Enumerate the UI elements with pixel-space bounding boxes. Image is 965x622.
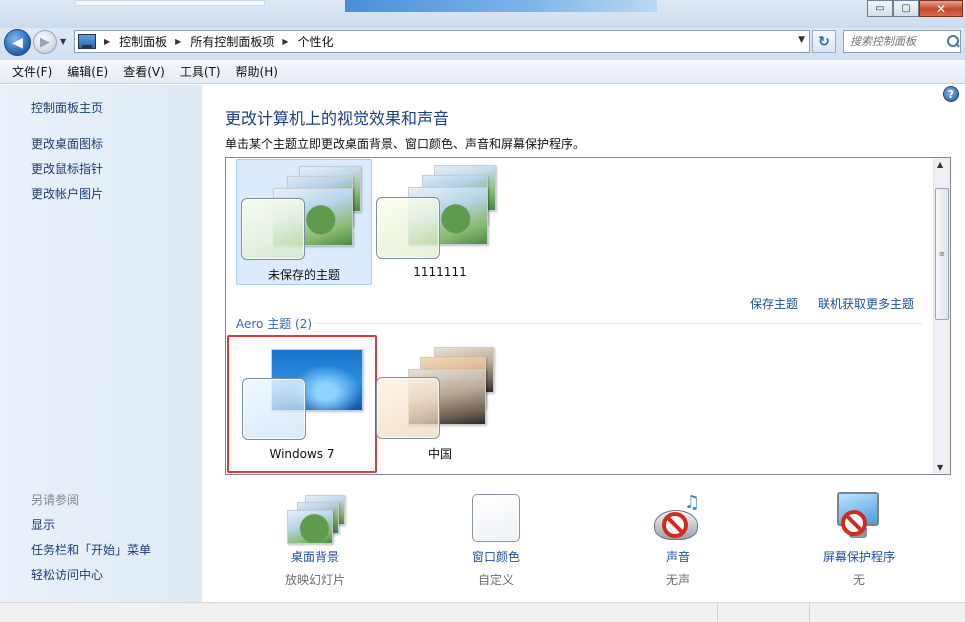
- breadcrumb-chevron-icon[interactable]: ▶: [282, 37, 288, 46]
- theme-links: 保存主题 联机获取更多主题: [750, 295, 914, 312]
- icon-card: [287, 510, 333, 544]
- sound-icon: ♫: [650, 492, 706, 544]
- theme-tile-windows-7[interactable]: Windows 7: [227, 335, 377, 473]
- minimize-button[interactable]: ▭: [867, 0, 893, 17]
- search-input[interactable]: [850, 32, 946, 51]
- background-window-fragment-2: [345, 0, 657, 12]
- status-divider: [809, 603, 810, 622]
- desktop-background-setting[interactable]: 桌面背景 放映幻灯片: [240, 492, 390, 592]
- window-controls: ▭ ▢ ✕: [867, 0, 963, 17]
- back-button[interactable]: ◀: [4, 29, 31, 56]
- save-theme-link[interactable]: 保存主题: [750, 295, 798, 312]
- change-mouse-pointers-link[interactable]: 更改鼠标指针: [31, 160, 103, 177]
- window-color-value: 自定义: [477, 573, 514, 587]
- control-panel-home-link[interactable]: 控制面板主页: [31, 99, 103, 116]
- see-also-heading: 另请参阅: [31, 493, 80, 507]
- navigation-bar: ◀ ▶ ▼ ▶ 控制面板 ▶ 所有控制面板项 ▶ 个性化 ▼ ↻: [0, 28, 965, 60]
- breadcrumb-chevron-icon[interactable]: ▶: [175, 37, 181, 46]
- page-description: 单击某个主题立即更改桌面背景、窗口颜色、声音和屏幕保护程序。: [225, 137, 586, 151]
- status-divider: [717, 603, 718, 622]
- menu-view[interactable]: 查看(V): [117, 63, 171, 80]
- screensaver-icon: [831, 492, 887, 544]
- breadcrumb-item-all-items[interactable]: 所有控制面板项: [190, 33, 274, 50]
- window-glass-preview: [376, 377, 440, 439]
- window-color-setting[interactable]: 窗口颜色 自定义: [421, 492, 571, 592]
- aero-themes-heading: Aero 主题 (2): [236, 317, 313, 331]
- status-bar: [0, 602, 965, 622]
- sound-setting[interactable]: ♫ 声音 无声: [603, 492, 753, 592]
- section-divider: [316, 323, 922, 324]
- scrollbar-grip-icon: ≡: [939, 250, 945, 258]
- theme-tile-1111111[interactable]: 1111111: [372, 159, 508, 285]
- menu-tools[interactable]: 工具(T): [174, 63, 227, 80]
- control-panel-icon: [78, 34, 96, 49]
- scroll-up-icon[interactable]: ▲: [937, 160, 943, 169]
- window-color-icon: [468, 492, 524, 544]
- theme-label: 中国: [427, 447, 452, 461]
- forward-button[interactable]: ▶: [33, 30, 57, 54]
- screensaver-title[interactable]: 屏幕保护程序: [784, 548, 934, 565]
- menu-edit[interactable]: 编辑(E): [61, 63, 114, 80]
- left-task-pane: 控制面板主页 更改桌面图标 更改鼠标指针 更改帐户图片 另请参阅 显示 任务栏和…: [0, 85, 202, 602]
- background-window-fragment: [75, 0, 265, 6]
- theme-tile-china[interactable]: 中国: [372, 339, 508, 465]
- screensaver-value: 无: [852, 573, 865, 587]
- help-icon[interactable]: ?: [943, 86, 959, 102]
- window-glass-preview: [376, 197, 440, 259]
- theme-label: 未保存的主题: [267, 268, 340, 282]
- breadcrumb-item-control-panel[interactable]: 控制面板: [119, 33, 167, 50]
- window-color-title[interactable]: 窗口颜色: [421, 548, 571, 565]
- window-glass-preview: [242, 378, 306, 440]
- window-glass-preview: [241, 198, 305, 260]
- address-bar[interactable]: ▶ 控制面板 ▶ 所有控制面板项 ▶ 个性化 ▼: [74, 30, 810, 53]
- menu-help[interactable]: 帮助(H): [230, 63, 284, 80]
- theme-label: 1111111: [413, 265, 467, 279]
- breadcrumb-item-personalization[interactable]: 个性化: [298, 33, 334, 50]
- page-title: 更改计算机上的视觉效果和声音: [225, 109, 450, 128]
- ease-of-access-link[interactable]: 轻松访问中心: [31, 566, 103, 583]
- address-dropdown-icon[interactable]: ▼: [798, 35, 805, 45]
- sound-value: 无声: [665, 573, 690, 587]
- close-button[interactable]: ✕: [919, 0, 963, 17]
- theme-tile-unsaved[interactable]: 未保存的主题: [236, 159, 372, 285]
- scroll-down-icon[interactable]: ▼: [937, 463, 943, 472]
- menu-file[interactable]: 文件(F): [6, 63, 58, 80]
- title-bar: ▭ ▢ ✕: [0, 0, 965, 28]
- get-more-themes-link[interactable]: 联机获取更多主题: [818, 295, 914, 312]
- breadcrumb-chevron-icon[interactable]: ▶: [104, 37, 110, 46]
- theme-list: 未保存的主题 1111111 保存主题 联机获取更多主题 Aero 主题 (2)…: [225, 157, 951, 475]
- sound-title[interactable]: 声音: [603, 548, 753, 565]
- window-color-swatch: [472, 494, 520, 542]
- screensaver-setting[interactable]: 屏幕保护程序 无: [784, 492, 934, 592]
- no-sign-icon: [841, 510, 867, 536]
- no-sign-icon: [662, 512, 688, 538]
- theme-list-scrollbar[interactable]: ▲ ≡ ▼: [933, 158, 950, 474]
- recent-pages-dropdown[interactable]: ▼: [60, 37, 66, 46]
- restore-button[interactable]: ▢: [893, 0, 919, 17]
- desktop-background-value: 放映幻灯片: [284, 573, 345, 587]
- menu-bar: 文件(F) 编辑(E) 查看(V) 工具(T) 帮助(H): [0, 60, 965, 84]
- search-icon[interactable]: [946, 34, 960, 49]
- desktop-background-icon: [287, 492, 345, 544]
- search-box[interactable]: [843, 30, 961, 53]
- display-link[interactable]: 显示: [31, 516, 55, 533]
- taskbar-start-menu-link[interactable]: 任务栏和「开始」菜单: [31, 541, 151, 558]
- change-account-picture-link[interactable]: 更改帐户图片: [31, 185, 103, 202]
- theme-label: Windows 7: [269, 447, 335, 461]
- change-desktop-icons-link[interactable]: 更改桌面图标: [31, 135, 103, 152]
- desktop-background-title[interactable]: 桌面背景: [240, 548, 390, 565]
- music-note-icon: ♫: [684, 492, 701, 513]
- refresh-button[interactable]: ↻: [812, 30, 836, 53]
